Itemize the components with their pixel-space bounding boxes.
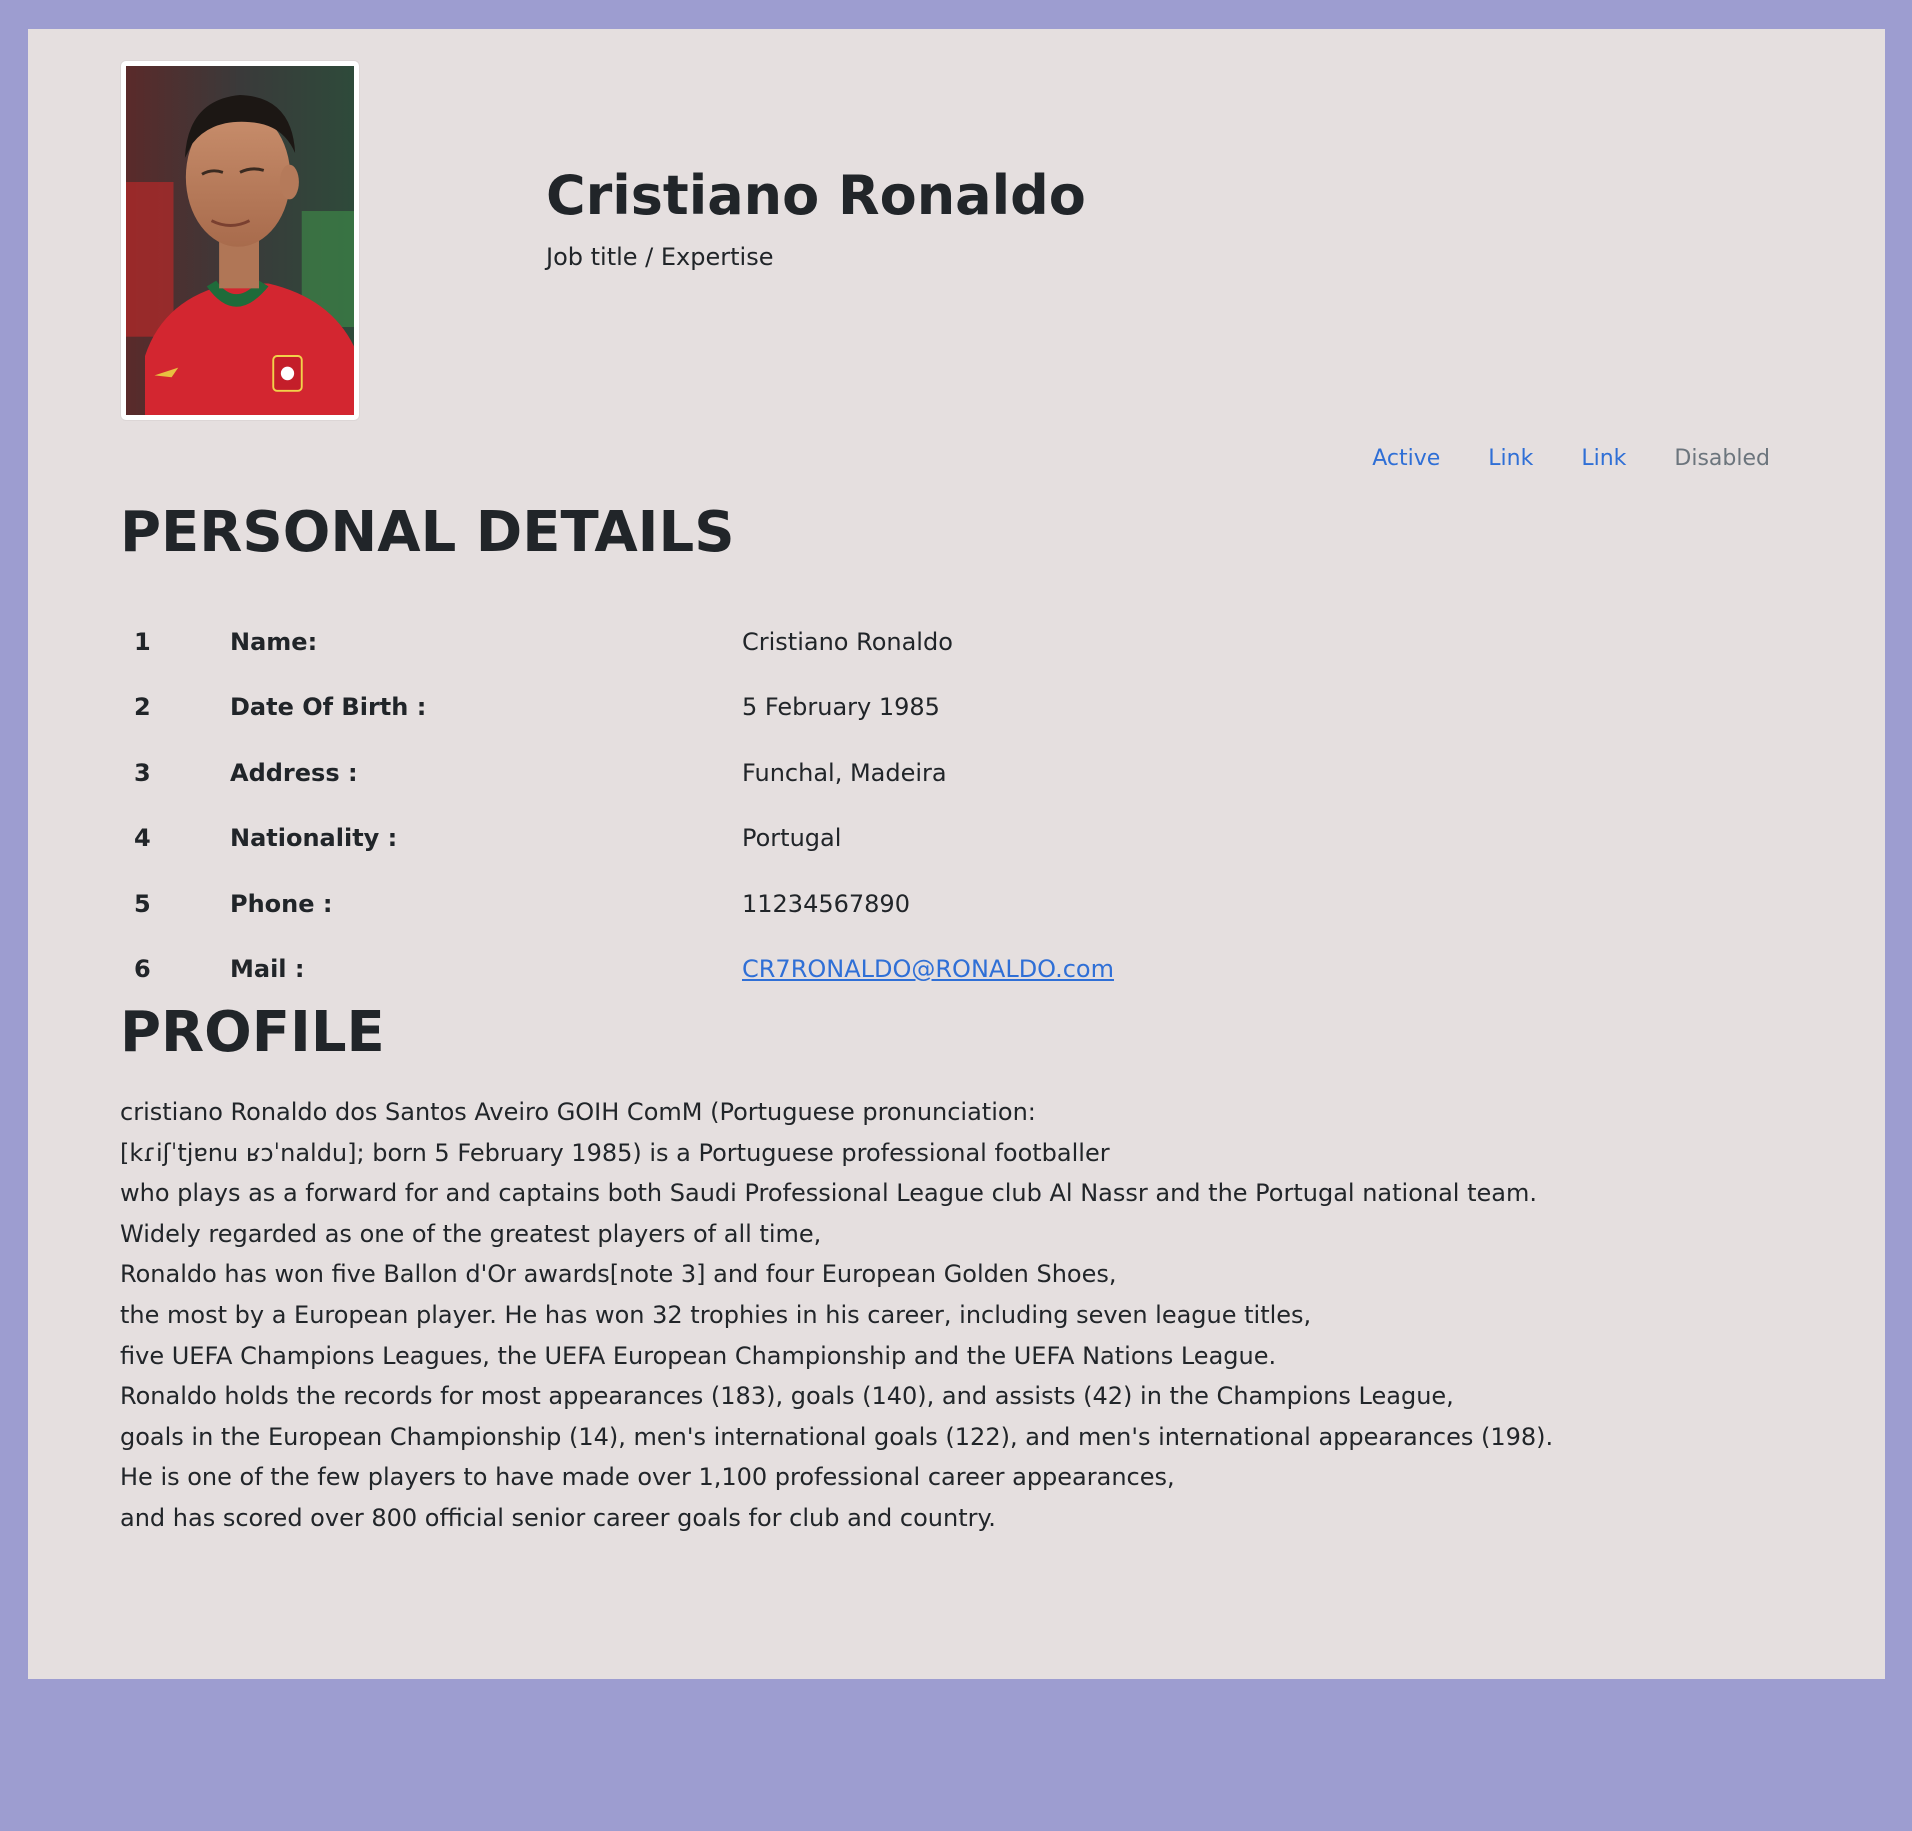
table-row: 4 Nationality : Portugal (120, 806, 1120, 872)
nav-item-link-2[interactable]: Link (1557, 444, 1650, 475)
profile-card: Cristiano Ronaldo Job title / Expertise … (28, 29, 1885, 1679)
profile-bio: cristiano Ronaldo dos Santos Aveiro GOIH… (120, 1092, 1780, 1539)
row-number: 6 (134, 955, 151, 984)
row-label: Address : (230, 758, 358, 787)
bio-line: the most by a European player. He has wo… (120, 1300, 1312, 1329)
row-number: 5 (134, 889, 151, 918)
email-link[interactable]: CR7RONALDO@RONALDO.com (742, 955, 1114, 983)
row-label: Name: (230, 627, 318, 656)
row-label: Phone : (230, 889, 333, 918)
table-row: 1 Name: Cristiano Ronaldo (120, 609, 1120, 675)
nav-item-link-1[interactable]: Link (1464, 444, 1557, 475)
row-value: 11234567890 (742, 889, 910, 918)
bio-line: and has scored over 800 official senior … (120, 1503, 996, 1532)
nav-item-active[interactable]: Active (1348, 444, 1464, 475)
table-row: 6 Mail : CR7RONALDO@RONALDO.com (120, 937, 1120, 1003)
top-nav: Active Link Link Disabled (1348, 444, 1770, 475)
row-number: 1 (134, 627, 151, 656)
row-number: 2 (134, 693, 151, 722)
profile-photo (120, 60, 360, 421)
row-label: Nationality : (230, 824, 398, 853)
bio-line: Ronaldo has won five Ballon d'Or awards[… (120, 1260, 1117, 1289)
row-value: CR7RONALDO@RONALDO.com (742, 937, 1120, 1003)
bio-line: five UEFA Champions Leagues, the UEFA Eu… (120, 1341, 1277, 1370)
table-row: 5 Phone : 11234567890 (120, 871, 1120, 937)
bio-line: cristiano Ronaldo dos Santos Aveiro GOIH… (120, 1098, 1036, 1126)
personal-details-heading: PERSONAL DETAILS (120, 500, 735, 565)
bio-line: He is one of the few players to have mad… (120, 1463, 1175, 1492)
row-number: 4 (134, 824, 151, 853)
profile-name: Cristiano Ronaldo (546, 164, 1086, 227)
row-value: Cristiano Ronaldo (742, 627, 953, 656)
row-number: 3 (134, 758, 151, 787)
bio-line: Widely regarded as one of the greatest p… (120, 1219, 822, 1248)
row-label: Date Of Birth : (230, 693, 427, 722)
job-title: Job title / Expertise (546, 243, 774, 271)
bio-line: who plays as a forward for and captains … (120, 1179, 1537, 1208)
bio-line: Ronaldo holds the records for most appea… (120, 1382, 1454, 1411)
table-row: 3 Address : Funchal, Madeira (120, 740, 1120, 806)
nav-item-disabled: Disabled (1674, 446, 1770, 471)
row-value: Funchal, Madeira (742, 758, 947, 787)
table-row: 2 Date Of Birth : 5 February 1985 (120, 675, 1120, 741)
row-value: 5 February 1985 (742, 693, 940, 722)
row-value: Portugal (742, 824, 842, 853)
personal-details-table: 1 Name: Cristiano Ronaldo 2 Date Of Birt… (120, 609, 1120, 1002)
bio-line: goals in the European Championship (14),… (120, 1422, 1554, 1451)
profile-heading: PROFILE (120, 1000, 385, 1065)
row-label: Mail : (230, 955, 305, 984)
bio-line: [kɾiʃˈtjɐnu ʁɔˈnaldu]; born 5 February 1… (120, 1138, 1110, 1167)
profile-photo-image (126, 66, 354, 415)
